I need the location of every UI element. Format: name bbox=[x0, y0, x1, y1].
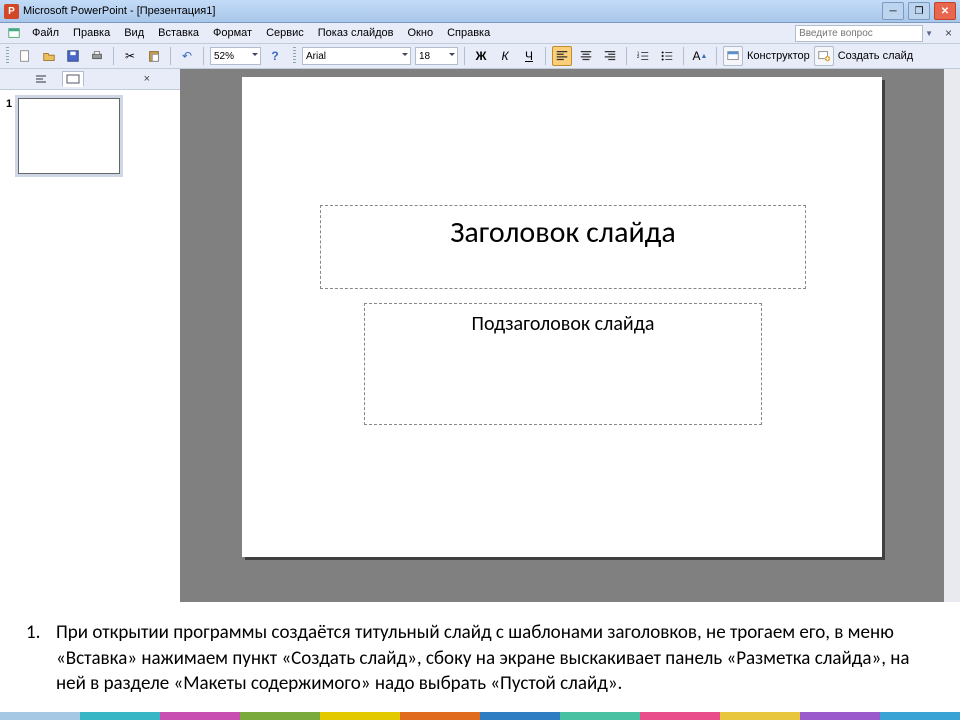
help-search-input[interactable] bbox=[795, 25, 923, 42]
undo-button[interactable]: ↶ bbox=[177, 46, 197, 66]
title-placeholder[interactable]: Заголовок слайда bbox=[320, 205, 806, 289]
title-bar: P Microsoft PowerPoint - [Презентация1] … bbox=[0, 0, 960, 23]
design-icon[interactable] bbox=[723, 46, 743, 66]
open-button[interactable] bbox=[39, 46, 59, 66]
menu-file[interactable]: Файл bbox=[26, 25, 65, 41]
app-logo-icon: P bbox=[4, 4, 19, 19]
control-menu-icon[interactable] bbox=[4, 23, 24, 43]
toolbar-grip[interactable] bbox=[6, 47, 9, 65]
menu-edit[interactable]: Правка bbox=[67, 25, 116, 41]
align-center-button[interactable] bbox=[576, 46, 596, 66]
workspace: × 1 Заголовок слайда Подзаголовок слайда bbox=[0, 69, 960, 602]
align-left-button[interactable] bbox=[552, 46, 572, 66]
bullet-list-button[interactable] bbox=[657, 46, 677, 66]
subtitle-placeholder-text: Подзаголовок слайда bbox=[472, 312, 655, 336]
designer-button[interactable]: Конструктор bbox=[747, 50, 810, 62]
thumbnail-number: 1 bbox=[6, 98, 12, 594]
list-number: 1. bbox=[26, 620, 40, 646]
menu-help[interactable]: Справка bbox=[441, 25, 496, 41]
font-name-combo[interactable]: Arial bbox=[302, 47, 411, 65]
dropdown-icon[interactable]: ▼ bbox=[925, 29, 933, 38]
underline-button[interactable]: Ч bbox=[519, 46, 539, 66]
tab-outline[interactable] bbox=[30, 71, 52, 87]
instruction-text: 1. При открытии программы создаётся титу… bbox=[0, 602, 960, 720]
menu-tools[interactable]: Сервис bbox=[260, 25, 310, 41]
help-icon[interactable]: ? bbox=[265, 46, 285, 66]
footer-stripe bbox=[0, 712, 960, 720]
slide-editor[interactable]: Заголовок слайда Подзаголовок слайда bbox=[180, 69, 944, 602]
tab-slides[interactable] bbox=[62, 71, 84, 87]
vertical-scrollbar[interactable] bbox=[944, 69, 960, 602]
svg-text:2: 2 bbox=[637, 54, 640, 59]
italic-button[interactable]: К bbox=[495, 46, 515, 66]
menu-view[interactable]: Вид bbox=[118, 25, 150, 41]
new-slide-button[interactable]: Создать слайд bbox=[838, 50, 913, 62]
window-title: Microsoft PowerPoint - [Презентация1] bbox=[23, 5, 215, 17]
menu-bar: Файл Правка Вид Вставка Формат Сервис По… bbox=[0, 23, 960, 44]
toolbar-grip-2[interactable] bbox=[293, 47, 296, 65]
subtitle-placeholder[interactable]: Подзаголовок слайда bbox=[364, 303, 762, 425]
cut-button[interactable]: ✂ bbox=[120, 46, 140, 66]
increase-font-button[interactable]: A▲ bbox=[690, 46, 710, 66]
pane-tabs: × bbox=[0, 69, 180, 90]
menu-window[interactable]: Окно bbox=[402, 25, 440, 41]
maximize-button[interactable]: ❐ bbox=[908, 2, 930, 20]
instruction-body: При открытии программы создаётся титульн… bbox=[56, 621, 910, 695]
slides-outline-pane: × 1 bbox=[0, 69, 180, 602]
numbered-list-button[interactable]: 12 bbox=[633, 46, 653, 66]
slide-thumbnail-1[interactable] bbox=[18, 98, 120, 174]
menu-insert[interactable]: Вставка bbox=[152, 25, 205, 41]
font-size-combo[interactable]: 18 bbox=[415, 47, 458, 65]
bold-button[interactable]: Ж bbox=[471, 46, 491, 66]
align-right-button[interactable] bbox=[600, 46, 620, 66]
print-button[interactable] bbox=[87, 46, 107, 66]
minimize-button[interactable]: ─ bbox=[882, 2, 904, 20]
slide-canvas[interactable]: Заголовок слайда Подзаголовок слайда bbox=[242, 77, 882, 557]
new-slide-icon[interactable] bbox=[814, 46, 834, 66]
close-button[interactable]: ✕ bbox=[934, 2, 956, 20]
mdi-close-button[interactable]: × bbox=[941, 26, 956, 40]
zoom-combo[interactable]: 52% bbox=[210, 47, 261, 65]
pane-close-button[interactable]: × bbox=[144, 73, 150, 85]
menu-slideshow[interactable]: Показ слайдов bbox=[312, 25, 400, 41]
title-placeholder-text: Заголовок слайда bbox=[450, 214, 676, 251]
new-doc-button[interactable] bbox=[15, 46, 35, 66]
save-button[interactable] bbox=[63, 46, 83, 66]
paste-button[interactable] bbox=[144, 46, 164, 66]
thumbnail-list[interactable]: 1 bbox=[0, 90, 180, 602]
standard-toolbar: ✂ ↶ 52% ? Arial 18 Ж К Ч 12 A▲ Конструкт… bbox=[0, 44, 960, 69]
menu-format[interactable]: Формат bbox=[207, 25, 258, 41]
